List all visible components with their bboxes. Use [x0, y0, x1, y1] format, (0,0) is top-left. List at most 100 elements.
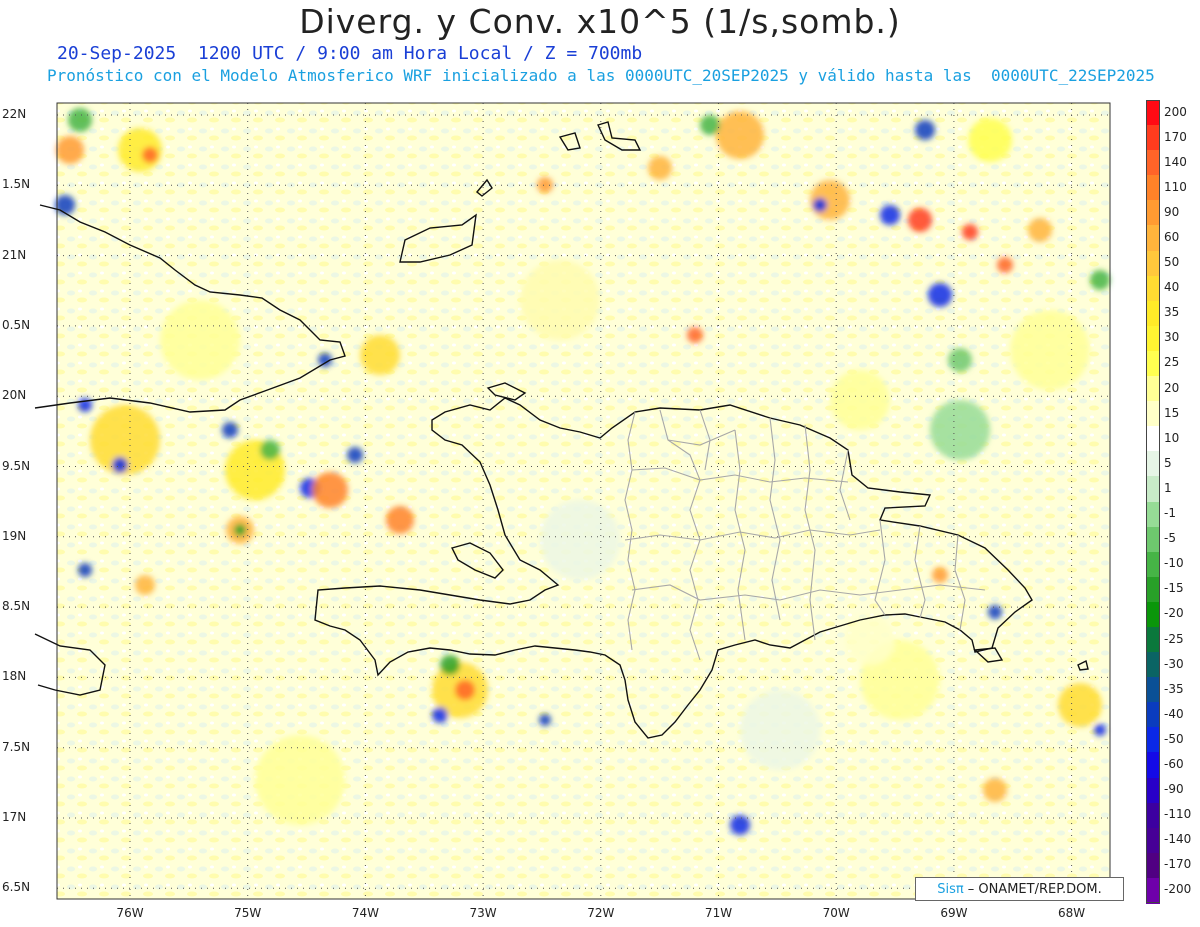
- colorbar-label: 30: [1164, 330, 1180, 345]
- colorbar-label: 110: [1164, 179, 1187, 194]
- colorbar-label: 1: [1164, 480, 1172, 495]
- lat-tick-label: 22N: [2, 107, 27, 121]
- field-patch: [68, 108, 92, 132]
- colorbar-label: 40: [1164, 280, 1180, 295]
- field-patch: [234, 524, 246, 536]
- colorbar-label: -10: [1164, 556, 1184, 571]
- lat-tick-label: 19N: [2, 528, 27, 543]
- field-patch: [440, 655, 460, 675]
- field-patch: [908, 208, 932, 232]
- field-patch: [915, 120, 935, 140]
- field-patch: [540, 500, 620, 580]
- colorbar-label: -15: [1164, 581, 1184, 596]
- field-patch: [687, 327, 703, 343]
- field-patch: [1094, 724, 1106, 736]
- field-patch: [455, 680, 475, 700]
- field-patch: [880, 205, 900, 225]
- field-patch: [1028, 218, 1052, 242]
- field-patch: [360, 335, 400, 375]
- field-patch: [997, 257, 1013, 273]
- field-patch: [1058, 683, 1102, 727]
- colorbar-label: -25: [1164, 631, 1184, 646]
- colorbar-label: 10: [1164, 430, 1180, 445]
- colorbar-label: 90: [1164, 204, 1180, 219]
- colorbar-label: -50: [1164, 731, 1184, 746]
- map-panel: [34, 102, 1111, 900]
- field-patch: [386, 506, 414, 534]
- lat-tick-label: 9.5N: [2, 458, 31, 473]
- lon-tick-label: 73W: [469, 906, 497, 920]
- lon-tick-label: 71W: [704, 906, 733, 920]
- lon-tick-label: 75W: [234, 906, 262, 920]
- field-patch: [222, 422, 238, 438]
- field-patch: [78, 563, 92, 577]
- field-patch: [932, 567, 948, 583]
- field-patch: [260, 440, 280, 460]
- field-patch: [347, 447, 363, 463]
- colorbar-label: 5: [1164, 455, 1172, 470]
- field-patch: [539, 714, 551, 726]
- colorbar-label: 170: [1164, 129, 1187, 144]
- colorbar-label: -110: [1164, 807, 1192, 822]
- field-patch: [55, 195, 75, 215]
- colorbar-label: -90: [1164, 782, 1184, 797]
- field-patch: [537, 177, 553, 193]
- field-patch: [962, 224, 978, 240]
- colorbar-label: -20: [1164, 606, 1184, 621]
- lon-tick-label: 72W: [587, 906, 615, 920]
- field-patch: [312, 472, 348, 508]
- field-patch: [648, 156, 672, 180]
- colorbar-label: 50: [1164, 255, 1180, 270]
- lat-tick-label: 20N: [2, 388, 27, 403]
- field-patch: [968, 118, 1012, 162]
- colorbar-label: 60: [1164, 230, 1180, 245]
- field-patch: [135, 575, 155, 595]
- field-patch: [830, 370, 890, 430]
- lat-tick-label: 7.5N: [2, 739, 31, 754]
- colorbar-label: -1: [1164, 506, 1176, 521]
- lat-tick-label: 8.5N: [2, 599, 31, 614]
- field-patch: [983, 778, 1007, 802]
- colorbar-label: -30: [1164, 656, 1184, 671]
- colorbar-label: 35: [1164, 305, 1180, 320]
- colorbar-label: 140: [1164, 154, 1187, 169]
- field-patch: [112, 457, 128, 473]
- field-patch: [142, 147, 158, 163]
- lon-tick-label: 74W: [351, 906, 379, 920]
- field-patch: [930, 400, 990, 460]
- lon-tick-label: 68W: [1058, 906, 1086, 920]
- lon-tick-label: 70W: [822, 906, 850, 920]
- colorbar-label: 20: [1164, 380, 1180, 395]
- colorbar-label: 15: [1164, 405, 1180, 420]
- colorbar-label: -170: [1164, 857, 1192, 872]
- lon-tick-label: 76W: [116, 906, 144, 920]
- lon-tick-label: 69W: [940, 906, 968, 920]
- field-patch: [813, 198, 827, 212]
- colorbar-label: -60: [1164, 756, 1184, 771]
- lat-tick-label: 17N: [2, 810, 27, 824]
- colorbar-label: -40: [1164, 706, 1184, 721]
- field-patch: [928, 283, 952, 307]
- colorbar-label: -200: [1164, 882, 1192, 897]
- colorbar-label: -5: [1164, 531, 1176, 546]
- field-patch: [255, 735, 345, 825]
- field-patch: [740, 690, 820, 770]
- field-patch: [432, 707, 448, 723]
- field-patch: [160, 300, 240, 380]
- field-patch: [1090, 270, 1110, 290]
- lat-tick-label: 21N: [2, 247, 27, 262]
- field-patch: [948, 348, 972, 372]
- lat-tick-label: 6.5N: [2, 880, 31, 895]
- colorbar-label: -140: [1164, 832, 1192, 847]
- sis-logo: Sisπ: [937, 881, 964, 897]
- lat-tick-label: 0.5N: [2, 317, 31, 332]
- field-patch: [520, 260, 600, 340]
- field-patch: [716, 111, 764, 159]
- lat-tick-label: 1.5N: [2, 177, 31, 192]
- lat-tick-label: 18N: [2, 669, 27, 684]
- colorbar-label: 200: [1164, 104, 1187, 119]
- branding-text: – ONAMET/REP.DOM.: [967, 881, 1102, 897]
- onamet-branding: Sisπ – ONAMET/REP.DOM.: [915, 877, 1124, 901]
- field-patch: [1010, 310, 1090, 390]
- field-patch: [56, 136, 84, 164]
